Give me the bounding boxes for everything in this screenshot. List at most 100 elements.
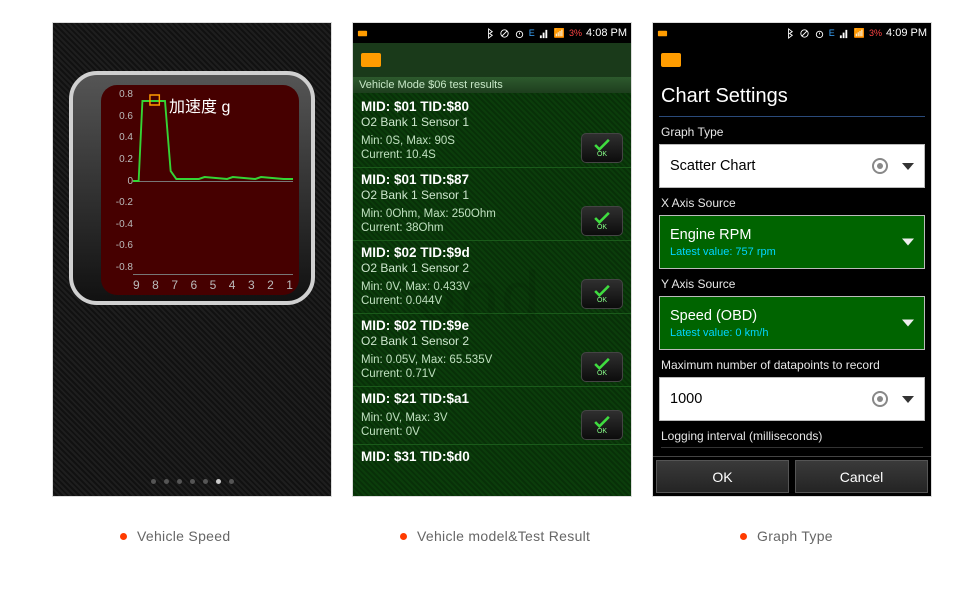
ytick: -0.4 <box>105 219 133 230</box>
obd-app-icon <box>361 53 381 67</box>
graph-type-value: Scatter Chart <box>670 158 755 174</box>
signal-icon <box>839 28 850 39</box>
ok-badge[interactable]: OK <box>581 279 623 309</box>
wifi-icon: 📶 <box>554 28 565 39</box>
result-values: Min: 0Ohm, Max: 250OhmCurrent: 38Ohm OK <box>353 204 631 241</box>
phone-vehicle-speed: 加速度 g 0.8 0.6 0.4 0.2 0 -0.2 -0.4 -0.6 -… <box>52 22 332 497</box>
page-indicator[interactable] <box>53 479 331 484</box>
ok-badge[interactable]: OK <box>581 410 623 440</box>
minmax-text: Min: 0V, Max: 0.433VCurrent: 0.044V <box>361 280 470 309</box>
bluetooth-icon <box>484 28 495 39</box>
graph-type-select[interactable]: Scatter Chart <box>659 144 925 188</box>
ok-badge[interactable]: OK <box>581 133 623 163</box>
mid-tid: MID: $02 TID:$9d <box>361 245 623 260</box>
phone-test-results: E 📶 3% 4:08 PM Vehicle Mode $06 test res… <box>352 22 632 497</box>
alarm-icon <box>514 28 525 39</box>
minmax-text: Min: 0.05V, Max: 65.535VCurrent: 0.71V <box>361 353 492 382</box>
canvas: { "status": { "time": "4:08 PM", "time3"… <box>0 0 960 591</box>
ytick: -0.8 <box>105 262 133 273</box>
gauge-screen: 加速度 g 0.8 0.6 0.4 0.2 0 -0.2 -0.4 -0.6 -… <box>101 85 299 295</box>
cancel-button[interactable]: Cancel <box>795 460 928 493</box>
dialog-title: Chart Settings <box>659 81 925 117</box>
result-values: Min: 0S, Max: 90SCurrent: 10.4SOK <box>353 131 631 168</box>
clock: 4:08 PM <box>586 27 627 39</box>
settings-body: Chart Settings Graph Type Scatter Chart … <box>653 77 931 496</box>
ytick: 0.2 <box>105 154 133 165</box>
phone1-body: 加速度 g 0.8 0.6 0.4 0.2 0 -0.2 -0.4 -0.6 -… <box>53 23 331 496</box>
radio-icon <box>872 158 888 174</box>
obd-icon <box>357 28 368 39</box>
y-axis-latest: Latest value: 0 km/h <box>670 327 768 339</box>
obd-icon <box>657 28 668 39</box>
result-item[interactable]: MID: $31 TID:$d0 <box>353 445 631 466</box>
ok-button[interactable]: OK <box>656 460 789 493</box>
minmax-text: Min: 0V, Max: 3VCurrent: 0V <box>361 411 448 440</box>
x-axis-ticks: 9 8 7 6 5 4 3 2 1 <box>133 278 293 292</box>
x-axis-select[interactable]: Engine RPM Latest value: 757 rpm <box>659 215 925 269</box>
result-item[interactable]: MID: $01 TID:$87O2 Bank 1 Sensor 1 <box>353 168 631 204</box>
y-axis-select[interactable]: Speed (OBD) Latest value: 0 km/h <box>659 296 925 350</box>
ok-badge[interactable]: OK <box>581 352 623 382</box>
bullet-icon <box>740 533 747 540</box>
nosound-icon <box>799 28 810 39</box>
interval-label: Logging interval (milliseconds) <box>661 429 923 448</box>
x-axis-latest: Latest value: 757 rpm <box>670 246 776 258</box>
xtick: 7 <box>171 278 178 292</box>
obd-app-icon <box>661 53 681 67</box>
results-list[interactable]: MID: $01 TID:$80O2 Bank 1 Sensor 1Min: 0… <box>353 93 631 496</box>
status-bar: E 📶 3% 4:09 PM <box>653 23 931 43</box>
clock: 4:09 PM <box>886 27 927 39</box>
bluetooth-icon <box>784 28 795 39</box>
xtick: 2 <box>267 278 274 292</box>
minmax-text: Min: 0Ohm, Max: 250OhmCurrent: 38Ohm <box>361 207 496 236</box>
max-points-select[interactable]: 1000 <box>659 377 925 421</box>
dialog-buttons: OK Cancel <box>653 456 931 496</box>
y-axis-ticks: 0.8 0.6 0.4 0.2 0 -0.2 -0.4 -0.6 -0.8 <box>105 89 133 273</box>
xtick: 1 <box>286 278 293 292</box>
caption-3: Graph Type <box>740 528 833 544</box>
x-axis-value: Engine RPM <box>670 227 751 243</box>
xtick: 5 <box>210 278 217 292</box>
ytick: -0.6 <box>105 240 133 251</box>
y-axis-label: Y Axis Source <box>661 277 923 291</box>
phone-chart-settings: E 📶 3% 4:09 PM Chart Settings Graph Type… <box>652 22 932 497</box>
signal-icon <box>539 28 550 39</box>
result-values: Min: 0.05V, Max: 65.535VCurrent: 0.71V OK <box>353 350 631 387</box>
chevron-down-icon <box>902 163 914 170</box>
result-item[interactable]: MID: $21 TID:$a1 <box>353 387 631 408</box>
sensor-name: O2 Bank 1 Sensor 2 <box>361 261 623 275</box>
bullet-icon <box>400 533 407 540</box>
signal-e-icon: E <box>529 28 535 38</box>
sensor-name: O2 Bank 1 Sensor 1 <box>361 115 623 129</box>
x-axis-line <box>133 274 293 275</box>
mid-tid: MID: $01 TID:$87 <box>361 172 623 187</box>
bullet-icon <box>120 533 127 540</box>
ok-badge[interactable]: OK <box>581 206 623 236</box>
result-values: Min: 0V, Max: 3VCurrent: 0V OK <box>353 408 631 445</box>
status-bar: E 📶 3% 4:08 PM <box>353 23 631 43</box>
sensor-name: O2 Bank 1 Sensor 2 <box>361 334 623 348</box>
screen-title: Vehicle Mode $06 test results <box>353 77 631 93</box>
gauge-bezel: 加速度 g 0.8 0.6 0.4 0.2 0 -0.2 -0.4 -0.6 -… <box>69 71 315 305</box>
ytick: -0.2 <box>105 197 133 208</box>
battery-icon: 3% <box>569 28 582 38</box>
xtick: 4 <box>229 278 236 292</box>
caption-2: Vehicle model&Test Result <box>400 528 590 544</box>
plot-area <box>133 89 293 273</box>
app-titlebar <box>653 43 931 77</box>
ytick: 0 <box>105 176 133 187</box>
xtick: 3 <box>248 278 255 292</box>
radio-icon <box>872 391 888 407</box>
mid-tid: MID: $02 TID:$9e <box>361 318 623 333</box>
result-item[interactable]: MID: $02 TID:$9dO2 Bank 1 Sensor 2 <box>353 241 631 277</box>
mid-tid: MID: $21 TID:$a1 <box>361 391 623 406</box>
wifi-icon: 📶 <box>854 28 865 39</box>
result-item[interactable]: MID: $02 TID:$9eO2 Bank 1 Sensor 2 <box>353 314 631 350</box>
graph-type-label: Graph Type <box>661 125 923 139</box>
app-titlebar <box>353 43 631 77</box>
result-item[interactable]: MID: $01 TID:$80O2 Bank 1 Sensor 1 <box>353 95 631 131</box>
mid-tid: MID: $31 TID:$d0 <box>361 449 623 464</box>
ytick: 0.6 <box>105 111 133 122</box>
max-points-label: Maximum number of datapoints to record <box>661 358 923 372</box>
mid-tid: MID: $01 TID:$80 <box>361 99 623 114</box>
